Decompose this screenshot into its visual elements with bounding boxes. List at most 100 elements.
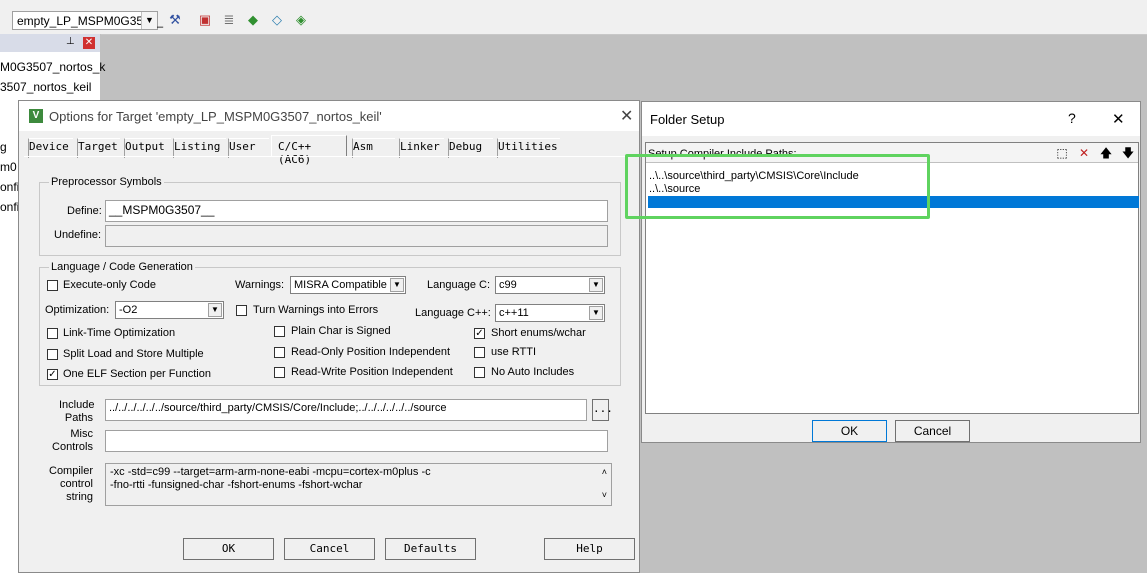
warnings-label: Warnings: [235, 279, 285, 291]
tab-c-cpp[interactable]: C/C++ (AC6) [271, 135, 347, 166]
no-auto-label: No Auto Includes [491, 366, 575, 378]
scroll-up-icon[interactable]: ˄ [602, 467, 607, 477]
undefine-label: Undefine: [54, 229, 102, 241]
readonly-pi-label: Read-Only Position Independent [291, 346, 450, 358]
options-title-bar: V Options for Target 'empty_LP_MSPM0G350… [19, 101, 639, 131]
short-enums-label: Short enums/wchar [491, 327, 586, 339]
controls-label: Controls [52, 441, 93, 453]
tab-linker[interactable]: Linker [399, 138, 444, 158]
move-up-icon[interactable]: 🡅 [1098, 146, 1114, 160]
preprocessor-group-label: Preprocessor Symbols [49, 176, 164, 188]
run-time-env-icon[interactable]: ◈ [292, 11, 310, 29]
include-label: Include [59, 399, 95, 411]
one-elf-checkbox[interactable]: ✓ [47, 369, 58, 380]
folder-title-bar: Folder Setup ? ✕ [642, 102, 1140, 136]
select-packs-icon[interactable]: ◇ [268, 11, 286, 29]
new-folder-icon[interactable]: ⬚ [1054, 146, 1070, 160]
optimization-select[interactable]: -O2 ▼ [115, 301, 224, 319]
project-tree-item[interactable]: M0G3507_nortos_k [0, 60, 105, 74]
warnings-value: MISRA Compatible [294, 279, 387, 291]
undefine-input[interactable] [105, 225, 608, 247]
magic-wand-icon[interactable]: ⚒ [166, 11, 184, 29]
no-auto-checkbox[interactable] [474, 367, 485, 378]
include-paths-input[interactable]: ../../../../../../source/third_party/CMS… [105, 399, 587, 421]
project-tree-item[interactable]: m0 [0, 160, 17, 174]
close-icon[interactable]: ✕ [83, 37, 95, 49]
help-button[interactable]: Help [544, 538, 635, 560]
one-elf-label: One ELF Section per Function [63, 368, 211, 380]
link-time-checkbox[interactable] [47, 328, 58, 339]
close-icon[interactable]: ✕ [1112, 110, 1125, 128]
folder-cancel-button[interactable]: Cancel [895, 420, 970, 442]
turn-warnings-label: Turn Warnings into Errors [253, 304, 379, 316]
delete-icon[interactable]: ✕ [1076, 146, 1092, 160]
use-rtti-checkbox[interactable] [474, 347, 485, 358]
tab-debug[interactable]: Debug [448, 138, 493, 158]
folder-ok-button[interactable]: OK [812, 420, 887, 442]
control-label: control [59, 478, 93, 490]
tab-device[interactable]: Device [28, 138, 73, 158]
pin-icon[interactable]: ⊥ [66, 36, 75, 47]
manage-project-items-icon[interactable]: ▣ [196, 11, 214, 29]
language-c-label: Language C: [427, 279, 490, 291]
defaults-button[interactable]: Defaults [385, 538, 476, 560]
language-c-value: c99 [499, 279, 517, 291]
misc-label: Misc [70, 428, 93, 440]
tab-asm[interactable]: Asm [352, 138, 395, 158]
tab-user[interactable]: User [228, 138, 269, 158]
string-label: string [66, 491, 93, 503]
readonly-pi-checkbox[interactable] [274, 347, 285, 358]
scroll-down-icon[interactable]: ˅ [602, 490, 607, 500]
tab-utilities[interactable]: Utilities [497, 138, 560, 158]
chevron-down-icon: ▼ [390, 278, 404, 292]
tab-listing[interactable]: Listing [173, 138, 226, 158]
help-icon[interactable]: ? [1068, 110, 1076, 126]
language-cpp-select[interactable]: c++11 ▼ [495, 304, 605, 322]
language-group-label: Language / Code Generation [49, 261, 195, 273]
keil-logo-icon: V [29, 109, 43, 123]
execute-only-label: Execute-only Code [63, 279, 156, 291]
split-load-label: Split Load and Store Multiple [63, 348, 204, 360]
readwrite-pi-label: Read-Write Position Independent [291, 366, 453, 378]
misc-controls-input[interactable] [105, 430, 608, 452]
plain-char-label: Plain Char is Signed [291, 325, 391, 337]
close-icon[interactable]: ✕ [620, 106, 633, 126]
language-c-select[interactable]: c99 ▼ [495, 276, 605, 294]
options-title: Options for Target 'empty_LP_MSPM0G3507_… [49, 109, 382, 124]
tab-target[interactable]: Target [77, 138, 120, 158]
chevron-down-icon: ▼ [141, 12, 157, 29]
tab-output[interactable]: Output [124, 138, 171, 158]
split-load-checkbox[interactable] [47, 349, 58, 360]
execute-only-checkbox[interactable] [47, 280, 58, 291]
pack-installer-icon[interactable]: ◆ [244, 11, 262, 29]
highlight-box [625, 154, 930, 219]
tab-divider [24, 156, 634, 157]
file-extensions-icon[interactable]: ≣ [220, 11, 238, 29]
warnings-select[interactable]: MISRA Compatible ▼ [290, 276, 406, 294]
project-tree-item[interactable]: g [0, 140, 7, 154]
paths-label: Paths [64, 412, 93, 424]
short-enums-checkbox[interactable]: ✓ [474, 328, 485, 339]
ok-button[interactable]: OK [183, 538, 274, 560]
project-tree-item[interactable]: onfi [0, 200, 19, 214]
compiler-label: Compiler [49, 465, 94, 477]
readwrite-pi-checkbox[interactable] [274, 367, 285, 378]
browse-include-button[interactable]: ... [592, 399, 613, 421]
project-tree-item[interactable]: 3507_nortos_keil [0, 80, 91, 94]
define-label: Define: [67, 205, 102, 217]
define-input[interactable]: __MSPM0G3507__ [105, 200, 608, 222]
move-down-icon[interactable]: 🡇 [1120, 146, 1136, 160]
cancel-button[interactable]: Cancel [284, 538, 375, 560]
project-tree-item[interactable]: onfi [0, 180, 19, 194]
chevron-down-icon: ▼ [589, 278, 603, 292]
language-cpp-value: c++11 [499, 307, 529, 319]
turn-warnings-checkbox[interactable] [236, 305, 247, 316]
link-time-label: Link-Time Optimization [63, 327, 176, 339]
chevron-down-icon: ▼ [208, 303, 222, 317]
plain-char-checkbox[interactable] [274, 326, 285, 337]
optimization-label: Optimization: [45, 304, 110, 316]
ccs-line-2: -fno-rtti -funsigned-char -fshort-enums … [110, 479, 363, 491]
target-select[interactable]: empty_LP_MSPM0G3507_ ▼ [12, 11, 163, 30]
use-rtti-label: use RTTI [491, 346, 537, 358]
main-toolbar: empty_LP_MSPM0G3507_ ▼ ⚒ ▣ ≣ ◆ ◇ ◈ [0, 0, 1147, 35]
